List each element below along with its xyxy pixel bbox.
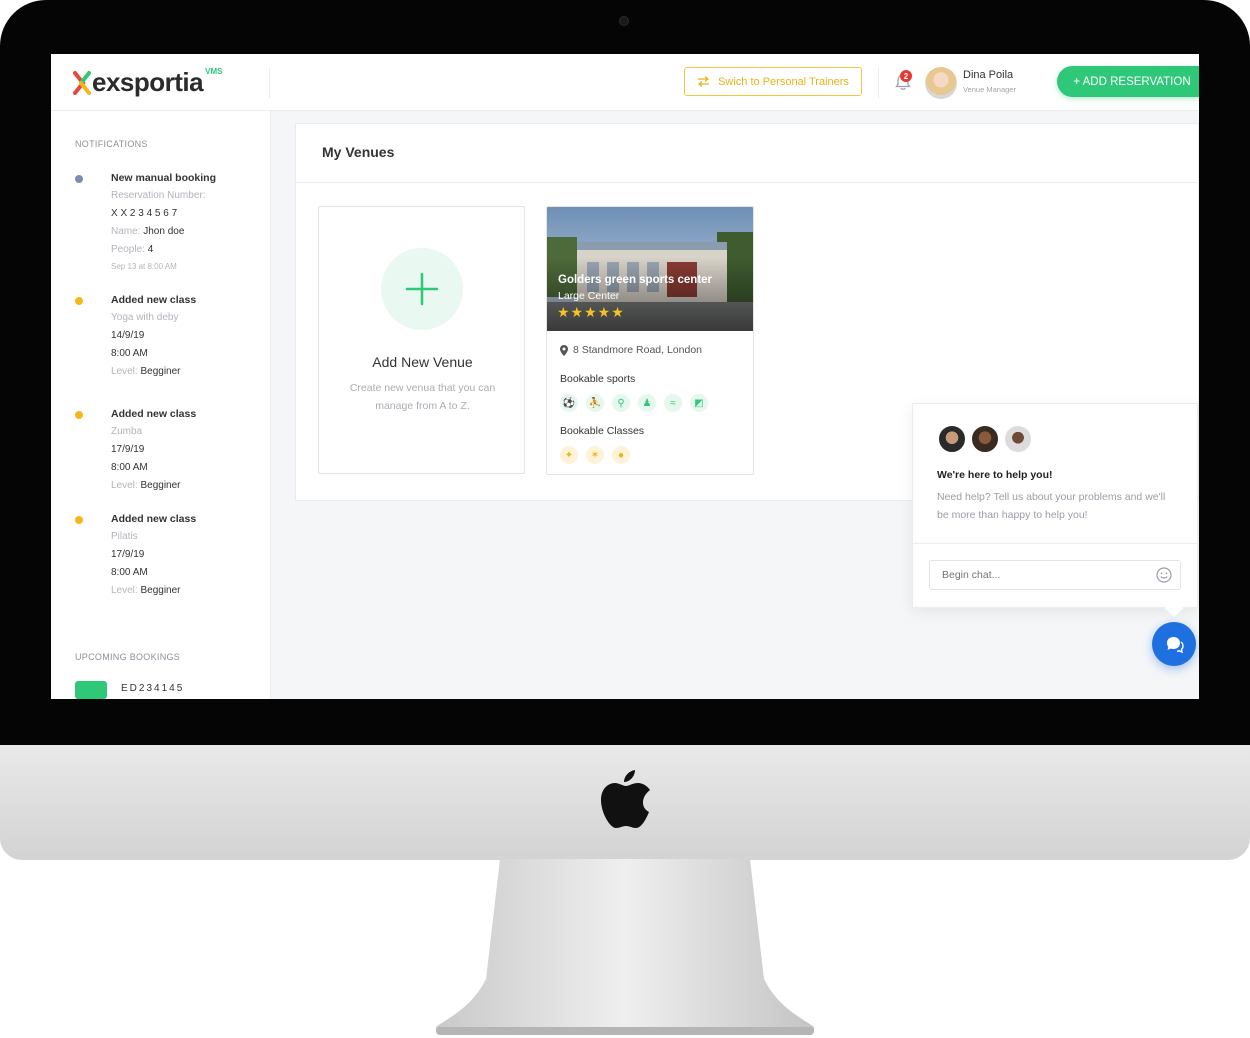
reservation-label: Reservation Number: bbox=[111, 190, 206, 201]
swimming-icon: ≈ bbox=[664, 394, 682, 412]
class-name: Yoga with deby bbox=[111, 312, 179, 323]
status-dot bbox=[75, 175, 83, 183]
class-name: Zumba bbox=[111, 426, 143, 437]
bookable-sports-label: Bookable sports bbox=[560, 373, 636, 385]
notification-badge: 2 bbox=[900, 70, 912, 82]
reservation-number: X X 2 3 4 5 6 7 bbox=[111, 208, 178, 219]
add-venue-description: Create new venua that you can manage fro… bbox=[349, 382, 496, 412]
people-row: People: 4 bbox=[111, 243, 261, 261]
notification-title: Added new class bbox=[111, 408, 197, 420]
app-logo[interactable]: exsportia VMS bbox=[73, 67, 223, 97]
avatar bbox=[937, 424, 967, 454]
fitness-icon: ● bbox=[612, 446, 630, 464]
people-label: People: bbox=[111, 244, 148, 255]
classes-icons: ✦ ✶ ● bbox=[560, 446, 630, 464]
class-time: 8:00 AM bbox=[111, 348, 148, 359]
venue-card[interactable]: Golders green sports center Large Center… bbox=[546, 206, 754, 475]
user-avatar[interactable] bbox=[925, 67, 957, 99]
class-date: 14/9/19 bbox=[111, 330, 145, 341]
divider bbox=[269, 68, 270, 98]
user-role: Venue Manager bbox=[963, 85, 1016, 94]
bookable-classes-label: Bookable Classes bbox=[560, 425, 645, 437]
add-venue-button[interactable] bbox=[381, 248, 463, 330]
avatar bbox=[1003, 424, 1033, 454]
level-row: Level: Begginer bbox=[111, 584, 261, 602]
status-dot bbox=[75, 297, 83, 305]
football-icon: ⚽ bbox=[560, 394, 578, 412]
chat-button[interactable] bbox=[1152, 622, 1196, 666]
booking-code[interactable]: ED234145 bbox=[121, 683, 184, 694]
people-value: 4 bbox=[147, 244, 154, 255]
top-bar: exsportia VMS Swich to Personal Trainers… bbox=[51, 54, 1199, 111]
class-date: 17/9/19 bbox=[111, 444, 145, 455]
upcoming-bookings-title: UPCOMING BOOKINGS bbox=[75, 652, 181, 662]
add-reservation-button[interactable]: + ADD RESERVATION bbox=[1057, 66, 1199, 97]
user-name[interactable]: Dina Poila bbox=[963, 69, 1013, 81]
squash-icon: ◩ bbox=[690, 394, 708, 412]
tennis-icon: ⚲ bbox=[612, 394, 630, 412]
status-dot bbox=[75, 516, 83, 524]
level-row: Level: Begginer bbox=[111, 365, 261, 383]
name-label: Name: bbox=[111, 226, 144, 237]
level-value: Begginer bbox=[140, 366, 181, 377]
divider bbox=[296, 182, 1199, 183]
address-text: 8 Standmore Road, London bbox=[573, 344, 703, 356]
chat-title: We're here to help you! bbox=[937, 469, 1053, 481]
dance-icon: ✶ bbox=[586, 446, 604, 464]
notification-title: Added new class bbox=[111, 294, 197, 306]
notification-title: New manual booking bbox=[111, 172, 217, 184]
class-date: 17/9/19 bbox=[111, 549, 145, 560]
class-time: 8:00 AM bbox=[111, 567, 148, 578]
chat-panel: We're here to help you! Need help? Tell … bbox=[912, 403, 1199, 608]
plus-icon bbox=[405, 272, 439, 306]
logo-mark-icon bbox=[73, 71, 91, 95]
level-value: Begginer bbox=[140, 585, 181, 596]
emoji-icon[interactable] bbox=[1156, 567, 1172, 583]
logo-badge: VMS bbox=[205, 67, 223, 76]
name-row: Name: Jhon doe bbox=[111, 225, 261, 243]
monitor-chin bbox=[0, 745, 1250, 860]
level-label: Level: bbox=[111, 366, 141, 377]
basketball-icon: ⛹ bbox=[586, 394, 604, 412]
switch-trainers-button[interactable]: Swich to Personal Trainers bbox=[684, 67, 862, 96]
add-venue-card[interactable]: Add New Venue Create new venua that you … bbox=[318, 206, 525, 474]
status-dot bbox=[75, 411, 83, 419]
notification-title: Added new class bbox=[111, 513, 197, 525]
divider bbox=[878, 68, 879, 98]
switch-trainers-label: Swich to Personal Trainers bbox=[718, 75, 849, 88]
swap-icon bbox=[698, 76, 710, 87]
monitor-stand bbox=[436, 859, 814, 1035]
rating-stars: ★★★★★ bbox=[557, 304, 625, 320]
venue-address: 8 Standmore Road, London bbox=[560, 344, 702, 356]
sports-icons: ⚽ ⛹ ⚲ ♟ ≈ ◩ bbox=[560, 394, 708, 412]
level-value: Begginer bbox=[140, 480, 181, 491]
page-title: My Venues bbox=[322, 144, 395, 160]
notification-time: Sep 13 at 8:00 AM bbox=[111, 262, 177, 271]
add-venue-title: Add New Venue bbox=[372, 354, 473, 370]
name-value: Jhon doe bbox=[143, 226, 185, 237]
class-name: Pilatis bbox=[111, 531, 138, 542]
avatar bbox=[970, 424, 1000, 454]
support-avatars bbox=[937, 424, 1033, 454]
level-label: Level: bbox=[111, 480, 141, 491]
notifications-title: NOTIFICATIONS bbox=[75, 139, 148, 149]
screen: exsportia VMS Swich to Personal Trainers… bbox=[51, 54, 1199, 699]
football-icon bbox=[75, 681, 107, 699]
apple-logo-icon bbox=[601, 770, 650, 828]
venue-type: Large Center bbox=[558, 290, 620, 302]
camera bbox=[619, 16, 629, 26]
chat-description: Need help? Tell us about your problems a… bbox=[937, 491, 1166, 521]
venue-name: Golders green sports center bbox=[558, 274, 713, 286]
divider bbox=[913, 543, 1199, 544]
location-pin-icon bbox=[560, 344, 568, 356]
yoga-icon: ✦ bbox=[560, 446, 578, 464]
chat-bubble-icon bbox=[1167, 637, 1184, 654]
class-time: 8:00 AM bbox=[111, 462, 148, 473]
sidebar: NOTIFICATIONS New manual booking Reserva… bbox=[51, 111, 271, 699]
bowling-icon: ♟ bbox=[638, 394, 656, 412]
level-label: Level: bbox=[111, 585, 141, 596]
logo-text: exsportia bbox=[92, 67, 204, 97]
level-row: Level: Begginer bbox=[111, 479, 261, 497]
chat-input[interactable] bbox=[929, 560, 1181, 590]
